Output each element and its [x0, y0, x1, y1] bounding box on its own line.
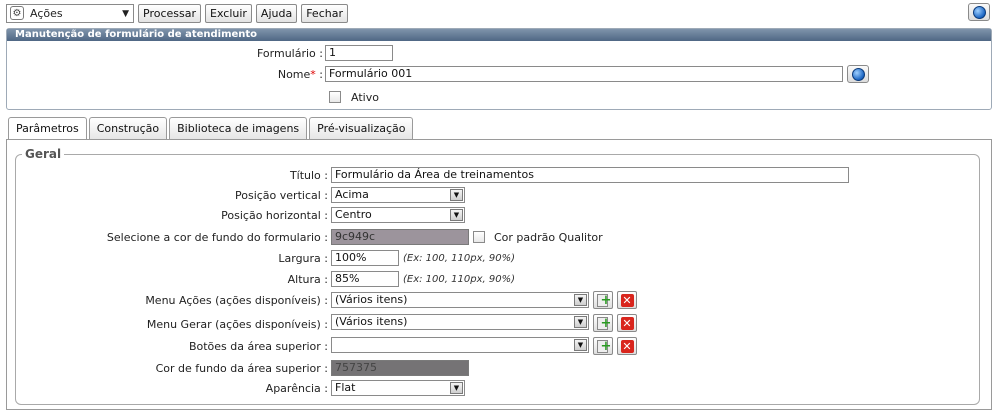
nome-label-suffix: : [315, 68, 323, 81]
cor-superior-field[interactable]: 757375 [331, 360, 469, 376]
posicao-horizontal-value: Centro [335, 208, 372, 221]
ativo-label: Ativo [351, 91, 379, 104]
botoes-label: Botões da área superior : [188, 340, 328, 353]
globe-icon [972, 5, 986, 19]
chevron-down-icon: ▼ [450, 382, 463, 394]
delete-icon: ✕ [620, 293, 634, 307]
toolbar: ⚙ Ações ▼ Processar Excluir Ajuda Fechar [6, 3, 352, 23]
tab-parametros[interactable]: Parâmetros [8, 117, 87, 140]
menu-gerar-value: (Vários itens) [335, 315, 408, 328]
aparencia-value: Flat [335, 381, 356, 394]
chevron-down-icon: ▼ [450, 189, 463, 201]
formulario-label: Formulário : [257, 47, 323, 60]
botoes-add-button[interactable] [593, 337, 613, 355]
nome-label: Nome [277, 68, 311, 81]
altura-label: Altura : [287, 273, 328, 286]
largura-field[interactable]: 100% [331, 250, 399, 266]
globe-icon [851, 67, 865, 81]
delete-icon: ✕ [620, 339, 634, 353]
menu-acoes-select[interactable]: (Vários itens) ▼ [331, 292, 589, 308]
translate-button[interactable] [847, 65, 869, 83]
largura-label: Largura : [278, 252, 328, 265]
posicao-horizontal-label: Posição horizontal : [221, 209, 328, 222]
cor-fundo-label: Selecione a cor de fundo do formulario : [106, 231, 328, 244]
botoes-remove-button[interactable]: ✕ [617, 337, 637, 355]
cor-padrao-label: Cor padrão Qualitor [494, 231, 603, 244]
tab-construcao[interactable]: Construção [88, 117, 168, 139]
menu-acoes-add-button[interactable] [593, 291, 613, 309]
add-icon [596, 339, 611, 353]
largura-hint: (Ex: 100, 110px, 90%) [403, 253, 515, 264]
ativo-checkbox[interactable] [329, 91, 341, 103]
tab-biblioteca-imagens[interactable]: Biblioteca de imagens [169, 117, 308, 139]
cor-fundo-field[interactable]: 9c949c [331, 229, 469, 245]
globe-icon-button[interactable] [968, 3, 990, 21]
posicao-vertical-select[interactable]: Acima ▼ [331, 187, 465, 203]
gear-icon: ⚙ [10, 6, 24, 20]
panel-title: Manutenção de formulário de atendimento [7, 29, 991, 41]
chevron-down-icon: ▼ [574, 294, 587, 306]
cor-superior-label: Cor de fundo da área superior : [155, 362, 328, 375]
chevron-down-icon: ▼ [122, 8, 129, 19]
geral-legend: Geral [22, 147, 65, 161]
posicao-vertical-label: Posição vertical : [235, 189, 328, 202]
botoes-select[interactable]: ▼ [331, 337, 589, 353]
tab-pre-visualizacao[interactable]: Pré-visualização [309, 117, 414, 139]
form-maintenance-panel: Manutenção de formulário de atendimento … [6, 28, 992, 110]
close-button[interactable]: Fechar [301, 3, 348, 23]
chevron-down-icon: ▼ [574, 339, 587, 351]
aparencia-select[interactable]: Flat ▼ [331, 380, 465, 396]
menu-gerar-add-button[interactable] [593, 314, 613, 332]
geral-fieldset: Geral Título : Formulário da Área de tre… [15, 147, 980, 405]
add-icon [596, 316, 611, 330]
nome-field[interactable]: Formulário 001 [325, 66, 843, 82]
chevron-down-icon: ▼ [450, 209, 463, 221]
add-icon [596, 293, 611, 307]
menu-gerar-select[interactable]: (Vários itens) ▼ [331, 314, 589, 330]
help-button[interactable]: Ajuda [255, 3, 298, 23]
cor-padrao-checkbox[interactable] [473, 231, 485, 243]
process-button[interactable]: Processar [138, 3, 201, 23]
nome-label-wrap: Nome* : [207, 68, 323, 81]
tab-bar: Parâmetros Construção Biblioteca de imag… [8, 117, 415, 140]
menu-gerar-label: Menu Gerar (ações disponíveis) : [146, 318, 328, 331]
titulo-field[interactable]: Formulário da Área de treinamentos [331, 167, 849, 183]
posicao-vertical-value: Acima [335, 188, 369, 201]
titulo-label: Título : [289, 169, 328, 182]
actions-select[interactable]: ⚙ Ações ▼ [6, 3, 134, 23]
tab-content: Geral Título : Formulário da Área de tre… [6, 139, 992, 410]
posicao-horizontal-select[interactable]: Centro ▼ [331, 207, 465, 223]
aparencia-label: Aparência : [265, 382, 328, 395]
menu-acoes-remove-button[interactable]: ✕ [617, 291, 637, 309]
altura-hint: (Ex: 100, 110px, 90%) [403, 274, 515, 285]
menu-acoes-label: Menu Ações (ações disponíveis) : [145, 294, 328, 307]
altura-field[interactable]: 85% [331, 271, 399, 287]
delete-icon: ✕ [620, 316, 634, 330]
menu-gerar-remove-button[interactable]: ✕ [617, 314, 637, 332]
chevron-down-icon: ▼ [574, 316, 587, 328]
formulario-field[interactable]: 1 [325, 45, 393, 61]
actions-select-value: Ações [30, 6, 63, 20]
delete-button[interactable]: Excluir [205, 3, 252, 23]
menu-acoes-value: (Vários itens) [335, 293, 408, 306]
